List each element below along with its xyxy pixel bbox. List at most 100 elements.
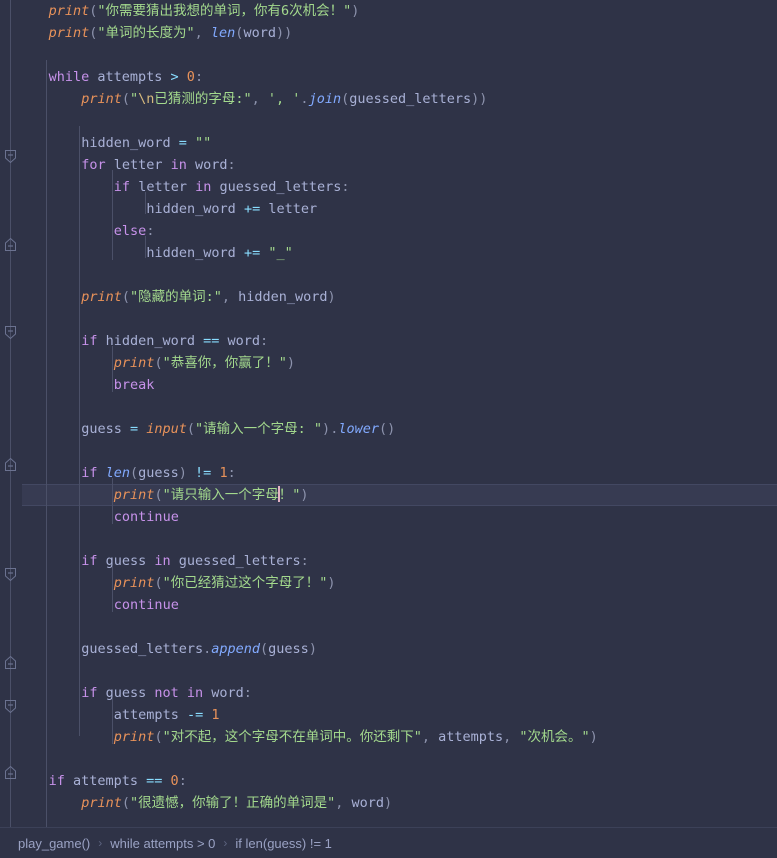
code-fold-toggle-icon[interactable] bbox=[4, 149, 17, 164]
code-line[interactable]: if len(guess) != 1: bbox=[0, 462, 236, 484]
code-token-op: != bbox=[195, 465, 212, 481]
code-token-str: "恭喜你，你赢了！" bbox=[162, 355, 287, 371]
code-token-num: 1 bbox=[219, 465, 228, 481]
code-token-fn: input bbox=[146, 421, 187, 437]
code-content[interactable]: print("你需要猜出我想的单词，你有6次机会！") print("单词的长度为… bbox=[0, 0, 777, 827]
code-line[interactable]: continue bbox=[0, 594, 179, 616]
code-token-kw: for bbox=[81, 157, 106, 173]
code-token-var bbox=[162, 773, 170, 789]
code-line[interactable]: print("隐藏的单词:", hidden_word) bbox=[0, 286, 336, 308]
code-token-mth: len bbox=[210, 25, 236, 41]
code-token-fn: print bbox=[113, 729, 155, 745]
code-token-var: letter bbox=[130, 179, 196, 195]
code-token-var: hidden_word bbox=[146, 245, 244, 261]
code-token-punc: ( bbox=[341, 91, 350, 107]
editor-gutter bbox=[0, 0, 22, 827]
code-line[interactable]: else: bbox=[0, 220, 155, 242]
code-token-var: word bbox=[351, 795, 385, 811]
code-token-var: word bbox=[203, 685, 244, 701]
code-token-punc: ( bbox=[260, 641, 269, 657]
code-token-punc: ) bbox=[589, 729, 598, 745]
code-fold-toggle-icon[interactable] bbox=[4, 699, 17, 714]
code-line[interactable]: print("恭喜你，你赢了！") bbox=[0, 352, 295, 374]
code-token-punc: ) bbox=[300, 487, 309, 503]
code-token-punc: ) bbox=[308, 641, 317, 657]
code-token-esc: \n bbox=[138, 91, 155, 107]
code-token-var: guessed_letters bbox=[81, 641, 204, 657]
code-line[interactable]: for letter in word: bbox=[0, 154, 235, 176]
breadcrumb-item[interactable]: while attempts > 0 bbox=[110, 836, 215, 851]
code-token-kw: break bbox=[113, 377, 155, 393]
code-line[interactable]: guessed_letters.append(guess) bbox=[0, 638, 317, 660]
code-line[interactable]: print("你需要猜出我想的单词，你有6次机会！") bbox=[0, 0, 360, 22]
code-token-str: "你已经猜过这个字母了！" bbox=[162, 575, 328, 591]
code-line[interactable]: if letter in guessed_letters: bbox=[0, 176, 350, 198]
code-token-var: letter bbox=[105, 157, 171, 173]
code-token-kw: if bbox=[81, 465, 98, 481]
code-token-str: "你需要猜出我想的单词，你有6次机会！" bbox=[97, 3, 352, 19]
code-line[interactable]: hidden_word = "" bbox=[0, 132, 211, 154]
code-fold-toggle-icon[interactable] bbox=[4, 237, 17, 252]
code-token-punc: : bbox=[146, 223, 155, 239]
code-token-fn: print bbox=[113, 575, 155, 591]
code-token-var: attempts bbox=[89, 69, 171, 85]
code-line[interactable]: if hidden_word == word: bbox=[0, 330, 268, 352]
breadcrumb-separator-icon: › bbox=[223, 836, 228, 850]
code-line[interactable]: print("\n已猜测的字母:", ', '.join(guessed_let… bbox=[0, 88, 487, 110]
code-token-punc: ( bbox=[154, 575, 163, 591]
code-token-var: word bbox=[219, 333, 261, 349]
code-token-punc: , bbox=[194, 25, 211, 41]
code-fold-toggle-icon[interactable] bbox=[4, 655, 17, 670]
code-token-op: == bbox=[203, 333, 220, 349]
code-line[interactable]: continue bbox=[0, 506, 179, 528]
code-token-var bbox=[179, 685, 187, 701]
code-token-punc: () bbox=[378, 421, 396, 437]
indent-guide bbox=[112, 478, 113, 524]
code-line[interactable]: guess = input("请输入一个字母: ").lower() bbox=[0, 418, 395, 440]
code-token-num: 0 bbox=[170, 773, 179, 789]
breadcrumb-item[interactable]: if len(guess) != 1 bbox=[235, 836, 331, 851]
code-token-str: "很遗憾，你输了！正确的单词是" bbox=[129, 795, 336, 811]
code-token-punc: ( bbox=[186, 421, 196, 437]
code-line[interactable]: break bbox=[0, 374, 155, 396]
code-line[interactable]: hidden_word += letter bbox=[0, 198, 317, 220]
code-line[interactable]: if guess not in word: bbox=[0, 682, 252, 704]
code-line[interactable]: if attempts == 0: bbox=[0, 770, 187, 792]
code-line[interactable]: print("你已经猜过这个字母了！") bbox=[0, 572, 336, 594]
indent-guide bbox=[112, 698, 113, 744]
code-token-punc: : bbox=[194, 69, 204, 85]
code-line[interactable]: print("对不起，这个字母不在单词中。你还剩下", attempts, "次… bbox=[0, 726, 598, 748]
code-line[interactable]: hidden_word += "_" bbox=[0, 242, 292, 264]
code-token-kw: not bbox=[154, 685, 179, 701]
code-fold-toggle-icon[interactable] bbox=[4, 325, 17, 340]
code-token-mth: lower bbox=[338, 421, 379, 437]
code-token-kw: else bbox=[113, 223, 147, 239]
code-token-str: "对不起，这个字母不在单词中。你还剩下" bbox=[162, 729, 422, 745]
code-token-var: guessed_letters bbox=[349, 91, 472, 107]
code-token-punc: ( bbox=[154, 355, 163, 371]
code-token-str: "单词的长度为" bbox=[97, 25, 195, 41]
code-token-punc: : bbox=[341, 179, 350, 195]
breadcrumb[interactable]: play_game() › while attempts > 0 › if len(gu… bbox=[0, 827, 777, 858]
code-fold-toggle-icon[interactable] bbox=[4, 457, 17, 472]
code-token-var: letter bbox=[260, 201, 318, 217]
code-line[interactable]: while attempts > 0: bbox=[0, 66, 203, 88]
code-line[interactable]: print("很遗憾，你输了！正确的单词是", word) bbox=[0, 792, 392, 814]
breadcrumb-item[interactable]: play_game() bbox=[18, 836, 90, 851]
code-token-punc: ) bbox=[351, 3, 360, 19]
code-fold-toggle-icon[interactable] bbox=[4, 765, 17, 780]
code-token-str: " bbox=[129, 91, 139, 107]
code-token-op: == bbox=[146, 773, 163, 789]
code-token-num: 1 bbox=[211, 707, 220, 723]
indent-guide bbox=[112, 566, 113, 612]
code-token-str: "请输入一个字母: " bbox=[195, 421, 323, 437]
code-line[interactable]: print("单词的长度为", len(word)) bbox=[0, 22, 293, 44]
code-token-punc: ) bbox=[384, 795, 393, 811]
indent-guide bbox=[112, 346, 113, 392]
code-line[interactable]: attempts -= 1 bbox=[0, 704, 220, 726]
code-token-punc: , bbox=[221, 289, 239, 305]
code-fold-toggle-icon[interactable] bbox=[4, 567, 17, 582]
code-token-var: word bbox=[186, 157, 228, 173]
code-token-punc: ) bbox=[327, 289, 336, 305]
code-token-str: ', ' bbox=[267, 91, 301, 107]
